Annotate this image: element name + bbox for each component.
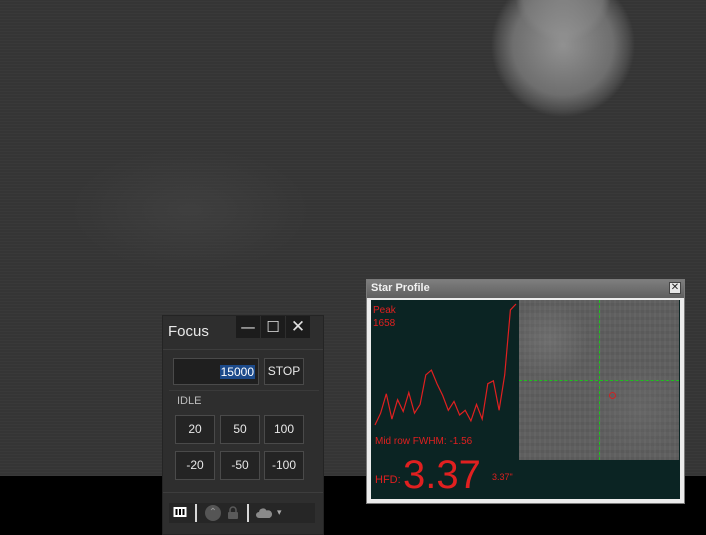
lock-icon[interactable] <box>227 506 239 519</box>
position-value: 15000 <box>219 365 255 379</box>
focus-toolbar: ⌃ ▾ <box>169 503 315 523</box>
star-profile-titlebar[interactable]: Star Profile ✕ <box>367 280 684 298</box>
fwhm-readout: Mid row FWHM: -1.56 <box>375 436 473 447</box>
focus-titlebar[interactable]: Focus — ☐ ✕ <box>163 316 323 348</box>
up-arrow-icon[interactable]: ⌃ <box>205 505 221 521</box>
step-button-minus-20[interactable]: -20 <box>175 451 215 480</box>
focus-window: Focus — ☐ ✕ 15000 STOP IDLE 20 50 100 -2… <box>162 315 324 535</box>
step-button-20[interactable]: 20 <box>175 415 215 444</box>
star-image <box>519 300 679 460</box>
profile-curve <box>374 303 517 426</box>
dropdown-arrow-icon[interactable]: ▾ <box>277 505 282 525</box>
divider <box>169 390 319 391</box>
counter-icon[interactable] <box>173 506 187 518</box>
crosshair-horizontal <box>519 380 679 381</box>
divider <box>163 492 323 493</box>
step-button-minus-50[interactable]: -50 <box>220 451 260 480</box>
minimize-button[interactable]: — <box>236 316 260 338</box>
maximize-button[interactable]: ☐ <box>261 316 285 338</box>
focus-window-title: Focus <box>168 323 209 340</box>
hfd-value: 3.37 <box>403 453 481 497</box>
peak-value: 1658 <box>373 318 396 329</box>
hfd-label: HFD: <box>375 474 401 486</box>
step-button-50[interactable]: 50 <box>220 415 260 444</box>
focuser-status-label: IDLE <box>177 395 202 407</box>
star-marker-icon <box>609 392 616 399</box>
star-profile-window: Star Profile ✕ Peak 1658 Mid row FWHM: -… <box>366 279 685 504</box>
toolbar-divider <box>247 504 249 522</box>
step-button-minus-100[interactable]: -100 <box>264 451 304 480</box>
star-profile-panel: Peak 1658 Mid row FWHM: -1.56 HFD: 3.37 … <box>371 300 680 499</box>
hfd-arcsec-value: 3.37" <box>492 472 513 482</box>
star-profile-title: Star Profile <box>371 282 430 294</box>
step-button-100[interactable]: 100 <box>264 415 304 444</box>
close-button[interactable]: ✕ <box>286 316 310 338</box>
peak-label: Peak <box>373 305 396 316</box>
stop-button[interactable]: STOP <box>264 358 304 385</box>
divider <box>163 349 323 350</box>
star-profile-close-button[interactable]: ✕ <box>669 282 681 294</box>
cloud-icon[interactable] <box>255 507 273 519</box>
focus-position-input[interactable]: 15000 <box>173 358 259 385</box>
toolbar-divider <box>195 504 197 522</box>
